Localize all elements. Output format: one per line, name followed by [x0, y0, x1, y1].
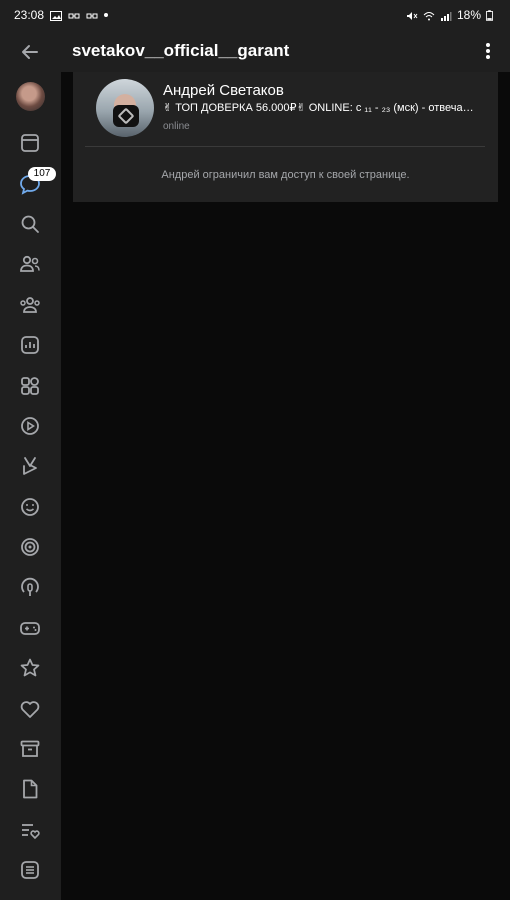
friends-icon — [20, 255, 40, 272]
heart-icon — [20, 701, 40, 718]
avatar-photo-mask — [113, 105, 139, 127]
sidebar-item-video[interactable] — [18, 414, 42, 438]
gallery-icon — [50, 10, 63, 21]
sidebar-item-bookmarks[interactable] — [18, 656, 42, 680]
sidebar-item-liked[interactable] — [18, 697, 42, 721]
smile-icon — [21, 498, 39, 516]
more-vertical-icon — [486, 43, 490, 59]
online-status: online — [163, 121, 190, 132]
profile-status[interactable]: ✌ ТОП ДОВЕРКА 56.000₽✌ ONLINE: с ₁₁ - ₂₃… — [163, 101, 481, 114]
sidebar-item-news[interactable] — [18, 131, 42, 155]
sidebar-item-archive[interactable] — [18, 737, 42, 761]
sidebar-item-wishlist[interactable] — [18, 818, 42, 842]
gamepad-icon — [20, 622, 40, 635]
list-heart-icon — [22, 824, 40, 840]
link-icon-2 — [86, 10, 98, 20]
profile-name: Андрей Светаков — [163, 82, 284, 99]
sidebar-item-podcasts[interactable] — [18, 576, 42, 600]
wifi-icon — [423, 10, 435, 21]
card-divider — [85, 146, 485, 147]
battery-icon — [486, 10, 498, 21]
target-icon — [21, 538, 39, 556]
services-grid-icon — [21, 377, 39, 395]
document-icon — [23, 779, 38, 799]
clock: 23:08 — [14, 8, 45, 22]
play-circle-icon — [21, 417, 39, 435]
messages-badge: 107 — [28, 167, 56, 181]
restricted-message: Андрей ограничил вам доступ к своей стра… — [161, 169, 410, 181]
statistics-icon — [21, 336, 39, 354]
clips-icon — [23, 457, 37, 475]
sidebar-item-clips[interactable] — [18, 454, 42, 478]
sidebar-profile-avatar[interactable] — [16, 82, 45, 111]
status-bar: 23:08 18% — [0, 0, 510, 30]
sidebar-item-search[interactable] — [18, 212, 42, 236]
notification-dot — [104, 13, 109, 17]
sidebar-item-vk-play[interactable] — [18, 535, 42, 559]
search-icon — [21, 215, 39, 233]
news-icon — [21, 134, 39, 152]
page-title: svetakov__official__garant — [72, 41, 290, 60]
sidebar-item-documents[interactable] — [18, 777, 42, 801]
sidebar-item-statistics[interactable] — [18, 333, 42, 357]
back-button[interactable] — [18, 40, 44, 66]
more-menu-button[interactable] — [480, 40, 496, 62]
sidebar-item-communities[interactable] — [18, 293, 42, 317]
battery-level: 18% — [456, 8, 481, 22]
sidebar-item-services[interactable] — [18, 374, 42, 398]
sidebar-item-settings[interactable] — [18, 858, 42, 882]
sidebar-item-stickers[interactable] — [18, 495, 42, 519]
signal-icon — [440, 10, 452, 21]
star-icon — [20, 658, 40, 677]
mute-icon — [406, 10, 418, 20]
status-left: 23:08 — [14, 8, 109, 22]
arrow-left-icon — [22, 45, 38, 59]
podcast-icon — [21, 577, 39, 596]
profile-avatar[interactable] — [96, 79, 154, 137]
link-icon — [68, 10, 80, 20]
status-right: 18% — [406, 8, 498, 22]
sidebar-item-friends[interactable] — [18, 252, 42, 276]
sidebar-item-games[interactable] — [18, 616, 42, 640]
archive-icon — [20, 740, 40, 757]
settings-list-icon — [21, 861, 39, 879]
communities-icon — [20, 297, 40, 313]
